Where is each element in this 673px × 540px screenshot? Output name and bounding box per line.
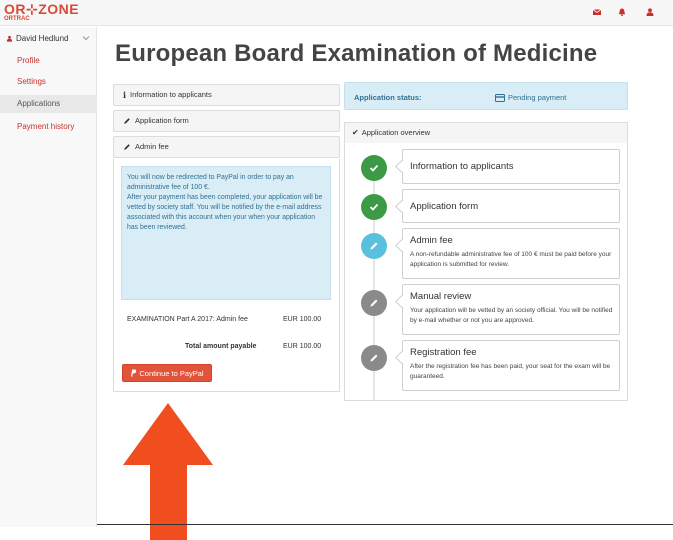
pencil-icon [370, 299, 378, 307]
page-title: European Board Examination of Medicine [115, 40, 598, 67]
sidebar: David Hedlund Profile Settings Applicati… [0, 27, 97, 527]
user-menu[interactable]: David Hedlund [6, 34, 68, 43]
section-label: Admin fee [135, 142, 169, 151]
application-status-bar: Application status: Pending payment [344, 82, 628, 110]
status-value-text: Pending payment [508, 93, 567, 102]
pencil-icon [124, 144, 130, 150]
envelope-icon[interactable] [592, 7, 602, 17]
checkmark-icon [369, 164, 379, 172]
step-card-admin-fee: Admin fee A non-refundable administrativ… [402, 228, 620, 279]
application-overview-header: ✔ Application overview [344, 122, 628, 144]
user-icon[interactable] [645, 7, 655, 17]
step-description: After the registration fee has been paid… [410, 363, 611, 380]
user-name: David Hedlund [16, 34, 69, 43]
step-status-done [361, 155, 387, 181]
pencil-icon [370, 242, 378, 250]
user-icon [6, 35, 13, 42]
step-card-manual-review: Manual review Your application will be v… [402, 284, 620, 335]
footer-divider [97, 524, 673, 525]
annotation-arrow-stem [150, 464, 187, 540]
step-title: Admin fee [410, 235, 453, 246]
sidebar-item-settings[interactable]: Settings [0, 73, 97, 91]
step-card-registration-fee: Registration fee After the registration … [402, 340, 620, 391]
pencil-icon [124, 118, 130, 124]
step-status-pending [361, 290, 387, 316]
check-icon: ✔ [352, 128, 359, 137]
section-information-to-applicants[interactable]: i Information to applicants [113, 84, 340, 106]
sidebar-item-applications[interactable]: Applications [0, 95, 97, 113]
section-label: Information to applicants [130, 90, 212, 99]
step-status-current [361, 233, 387, 259]
fee-item-text: EXAMINATION Part A 2017: Admin fee [127, 316, 248, 323]
step-title: Manual review [410, 291, 472, 302]
step-title: Registration fee [410, 347, 477, 358]
fee-item-label: EXAMINATION Part A 2017: Admin fee [127, 316, 248, 323]
continue-to-paypal-button[interactable]: Continue to PayPal [122, 364, 212, 382]
section-application-form[interactable]: Application form [113, 110, 340, 132]
status-label: Application status: [354, 93, 422, 102]
step-description: Your application will be vetted by an so… [410, 307, 613, 324]
info-text-2: After your payment has been completed, y… [127, 194, 323, 231]
section-admin-fee[interactable]: Admin fee [113, 136, 340, 158]
credit-card-icon [495, 93, 505, 102]
logo-main-text: OR⊹ZONE [4, 1, 80, 17]
paypal-button-label: Continue to PayPal [139, 368, 204, 378]
annotation-arrow-head [123, 403, 213, 465]
info-icon: i [123, 90, 127, 100]
sidebar-item-payment-history[interactable]: Payment history [0, 118, 97, 136]
logo[interactable]: OR⊹ZONE ORTRAC [4, 2, 79, 22]
bell-icon[interactable] [617, 7, 627, 17]
status-value: Pending payment [495, 93, 566, 102]
checkmark-icon [369, 203, 379, 211]
step-title: Information to applicants [410, 161, 514, 172]
fee-item-amount: EUR 100.00 [283, 316, 322, 323]
chevron-down-icon[interactable] [82, 35, 90, 41]
step-description: A non-refundable administrative fee of 1… [410, 251, 612, 268]
section-label: Application form [135, 116, 189, 125]
paypal-icon [131, 369, 137, 377]
sidebar-item-profile[interactable]: Profile [0, 52, 97, 70]
step-status-done [361, 194, 387, 220]
top-bar: OR⊹ZONE ORTRAC [0, 0, 673, 26]
step-title: Application form [410, 201, 479, 212]
step-card-application-form: Application form [402, 189, 620, 223]
overview-title: Application overview [361, 128, 431, 137]
paypal-info-alert: You will now be redirected to PayPal in … [121, 166, 331, 300]
pencil-icon [370, 354, 378, 362]
step-status-pending [361, 345, 387, 371]
step-card-information: Information to applicants [402, 149, 620, 184]
total-amount: EUR 100.00 [283, 343, 322, 350]
total-label: Total amount payable [185, 343, 257, 350]
info-text-1: You will now be redirected to PayPal in … [127, 174, 294, 191]
